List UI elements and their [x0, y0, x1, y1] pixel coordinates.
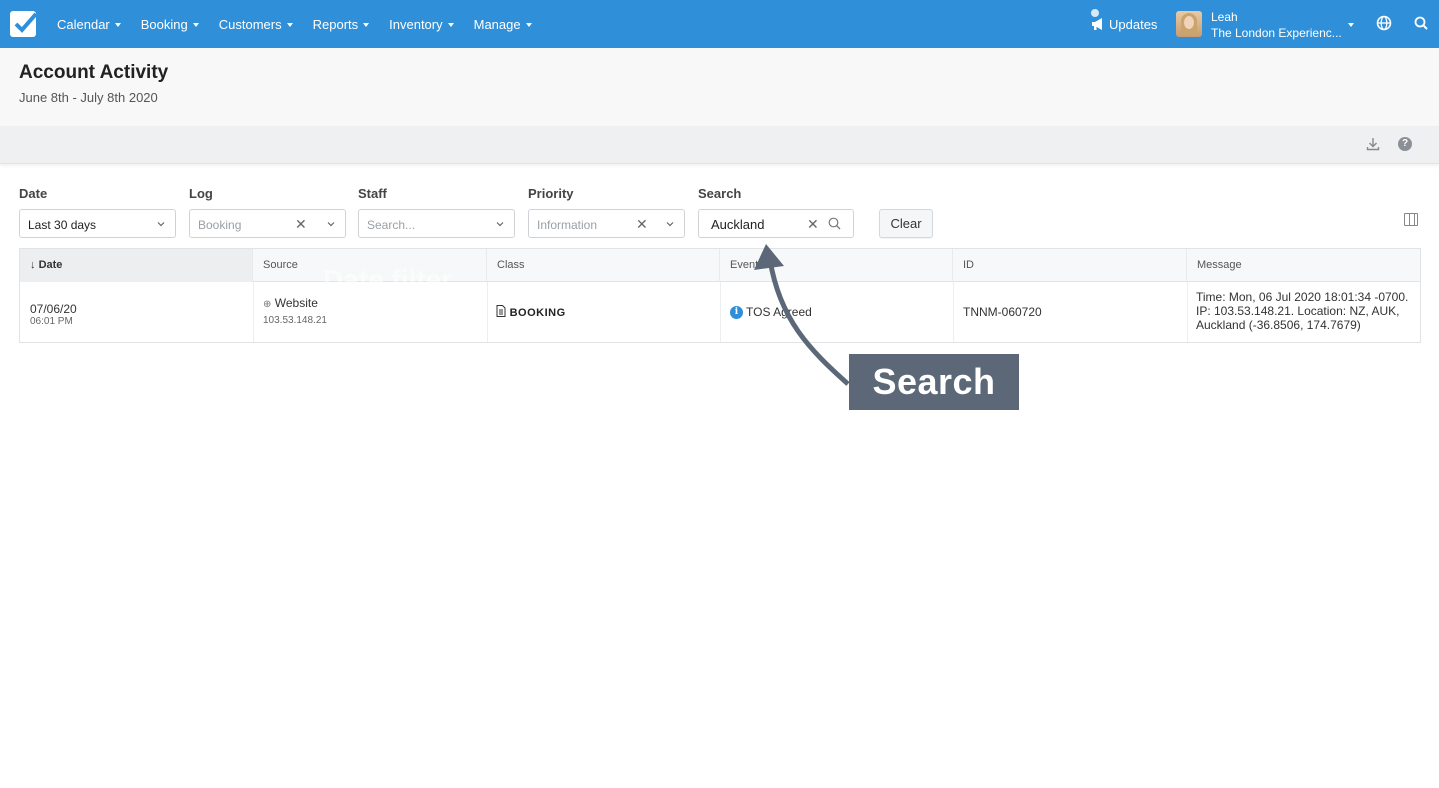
chevron-down-icon: [192, 22, 199, 27]
chevron-down-icon: [157, 222, 165, 227]
row-class: BOOKING: [496, 305, 566, 319]
log-filter-value: Booking: [198, 218, 242, 232]
priority-filter-label: Priority: [528, 186, 574, 201]
page-header: Account Activity June 8th - July 8th 202…: [0, 48, 1439, 126]
chevron-down-icon: [447, 22, 454, 27]
row-id: TNNM-060720: [963, 305, 1042, 319]
search-callout: Search: [849, 354, 1019, 410]
row-ip: 103.53.148.21: [263, 315, 327, 326]
staff-filter-label: Staff: [358, 186, 387, 201]
sort-arrow-down-icon: ↓: [30, 259, 39, 271]
clear-search-x-icon[interactable]: ✕: [807, 216, 819, 233]
row-date: 07/06/20: [30, 302, 77, 316]
nav-booking[interactable]: Booking: [131, 17, 209, 32]
date-filter-select[interactable]: Last 30 days: [19, 209, 176, 238]
log-filter-select[interactable]: Booking ✕: [189, 209, 346, 238]
clear-priority-x-icon[interactable]: ✕: [636, 216, 648, 233]
chevron-down-icon: [327, 222, 335, 227]
column-header-message[interactable]: Message: [1187, 249, 1420, 282]
priority-filter-select[interactable]: Information ✕: [528, 209, 685, 238]
columns-toggle-icon[interactable]: [1404, 213, 1418, 226]
activity-table: ↓ Date Source Class Event ID Message 07/…: [19, 248, 1421, 343]
column-header-class[interactable]: Class: [487, 249, 720, 282]
user-menu-chevron-down-icon[interactable]: [1348, 23, 1354, 27]
date-range-subtitle: June 8th - July 8th 2020: [19, 90, 158, 105]
nav-inventory[interactable]: Inventory: [379, 17, 463, 32]
search-input[interactable]: Auckland ✕: [698, 209, 854, 238]
column-header-id[interactable]: ID: [953, 249, 1187, 282]
avatar[interactable]: [1176, 11, 1202, 37]
user-name: Leah: [1211, 10, 1238, 24]
staff-filter-select[interactable]: Search...: [358, 209, 515, 238]
nav-calendar[interactable]: Calendar: [47, 17, 131, 32]
notification-dot: [1091, 9, 1099, 17]
row-time: 06:01 PM: [30, 316, 73, 327]
nav-customers-label: Customers: [218, 16, 282, 32]
column-header-date-label: Date: [38, 259, 63, 271]
chevron-down-icon: [666, 222, 674, 227]
priority-filter-value: Information: [537, 218, 598, 232]
nav-manage[interactable]: Manage: [464, 17, 542, 32]
app-logo-checkmark-icon[interactable]: [10, 11, 36, 37]
clear-filters-button[interactable]: Clear: [879, 209, 933, 238]
help-icon[interactable]: ?: [1398, 137, 1412, 151]
annotation-arrow-icon: [754, 244, 850, 386]
chevron-down-icon: [496, 222, 504, 227]
top-navigation: Calendar Booking Customers Reports Inven…: [0, 0, 1439, 48]
search-filter-label: Search: [698, 186, 742, 201]
nav-reports[interactable]: Reports: [303, 17, 380, 32]
search-icon[interactable]: [1414, 16, 1428, 30]
nav-customers[interactable]: Customers: [209, 17, 303, 32]
updates-label: Updates: [1109, 16, 1158, 32]
column-header-date[interactable]: ↓ Date: [20, 249, 253, 282]
document-icon: [496, 305, 506, 317]
clear-log-x-icon[interactable]: ✕: [295, 216, 307, 233]
nav-reports-label: Reports: [312, 16, 359, 32]
chevron-down-icon: [114, 22, 121, 27]
row-message: Time: Mon, 06 Jul 2020 18:01:34 -0700. I…: [1196, 290, 1409, 332]
search-icon[interactable]: [828, 217, 841, 230]
row-source: ⊕ Website: [263, 296, 318, 310]
download-icon[interactable]: [1366, 137, 1380, 151]
log-filter-label: Log: [189, 186, 213, 201]
table-header: ↓ Date Source Class Event ID Message: [20, 249, 1420, 282]
updates-button[interactable]: Updates: [1091, 8, 1157, 40]
globe-icon: ⊕: [263, 299, 272, 310]
megaphone-icon: [1092, 18, 1102, 30]
page-title: Account Activity: [19, 62, 169, 83]
nav-calendar-label: Calendar: [57, 16, 110, 32]
chevron-down-icon: [363, 22, 370, 27]
chevron-down-icon: [286, 22, 293, 27]
row-source-label: Website: [274, 296, 318, 310]
row-class-label: BOOKING: [509, 307, 566, 319]
ghost-overlay-text: Date filter: [323, 264, 453, 295]
nav-inventory-label: Inventory: [389, 16, 443, 32]
nav-manage-label: Manage: [473, 16, 521, 32]
date-filter-label: Date: [19, 186, 48, 201]
nav-booking-label: Booking: [140, 16, 188, 32]
main-menu: Calendar Booking Customers Reports Inven…: [47, 0, 542, 48]
chevron-down-icon: [525, 22, 532, 27]
search-input-value: Auckland: [711, 217, 765, 232]
staff-filter-placeholder: Search...: [367, 218, 416, 232]
date-filter-value: Last 30 days: [28, 218, 97, 232]
globe-icon[interactable]: [1376, 15, 1392, 31]
user-menu[interactable]: Leah The London Experienc...: [1211, 9, 1343, 41]
toolbar: ?: [0, 126, 1439, 164]
company-name: The London Experienc...: [1211, 26, 1342, 40]
